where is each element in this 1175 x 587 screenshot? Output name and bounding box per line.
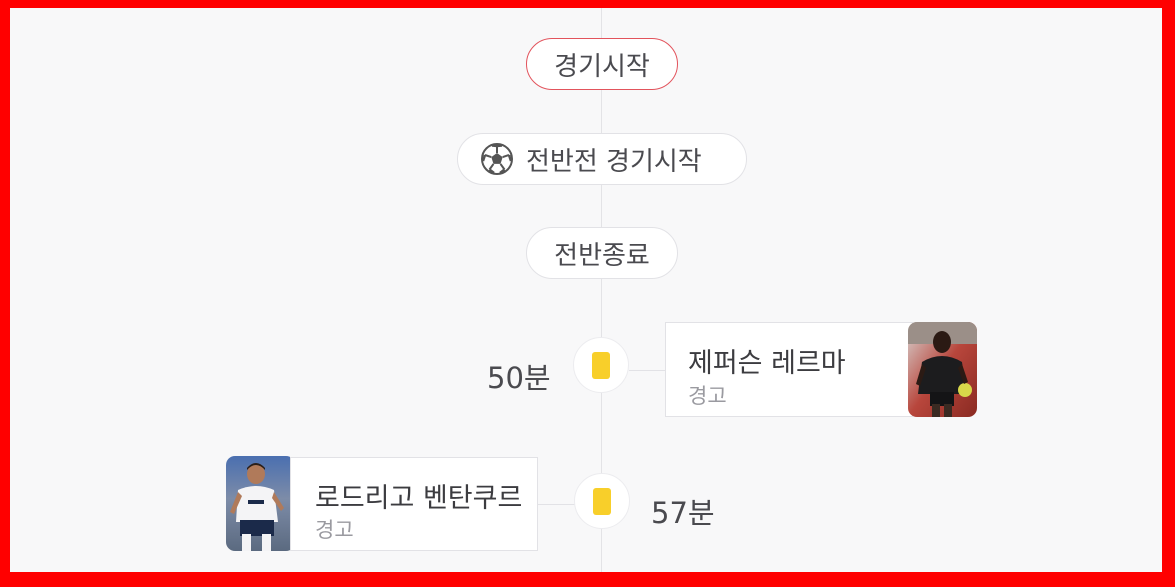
- match-timeline: 경기시작 전반전 경기시작 전반종료 50분 제퍼슨 레르마 경고 로드리고 벤…: [10, 8, 1162, 572]
- event-connector: [538, 504, 576, 505]
- event-connector: [629, 370, 665, 371]
- event-marker: [574, 473, 630, 529]
- event-minute: 57분: [651, 496, 715, 530]
- first-half-start-label: 전반전 경기시작: [526, 146, 702, 177]
- first-half-start-badge: 전반전 경기시작: [457, 133, 747, 185]
- match-start-label: 경기시작: [554, 51, 650, 82]
- player-event-card[interactable]: 제퍼슨 레르마 경고: [665, 322, 913, 417]
- soccer-ball-icon: [480, 142, 514, 176]
- event-marker: [573, 337, 629, 393]
- yellow-card-icon: [593, 487, 611, 515]
- event-type-label: 경고: [688, 384, 727, 408]
- player-photo: [908, 322, 977, 417]
- player-name: 제퍼슨 레르마: [688, 348, 846, 379]
- event-minute: 50분: [487, 361, 551, 395]
- event-type-label: 경고: [315, 518, 354, 542]
- yellow-card-icon: [592, 351, 610, 379]
- match-start-badge: 경기시작: [526, 38, 678, 90]
- player-photo: [226, 456, 295, 551]
- first-half-end-badge: 전반종료: [526, 227, 678, 279]
- player-event-card[interactable]: 로드리고 벤탄쿠르 경고: [290, 457, 538, 551]
- first-half-end-label: 전반종료: [554, 240, 650, 271]
- player-name: 로드리고 벤탄쿠르: [315, 483, 523, 514]
